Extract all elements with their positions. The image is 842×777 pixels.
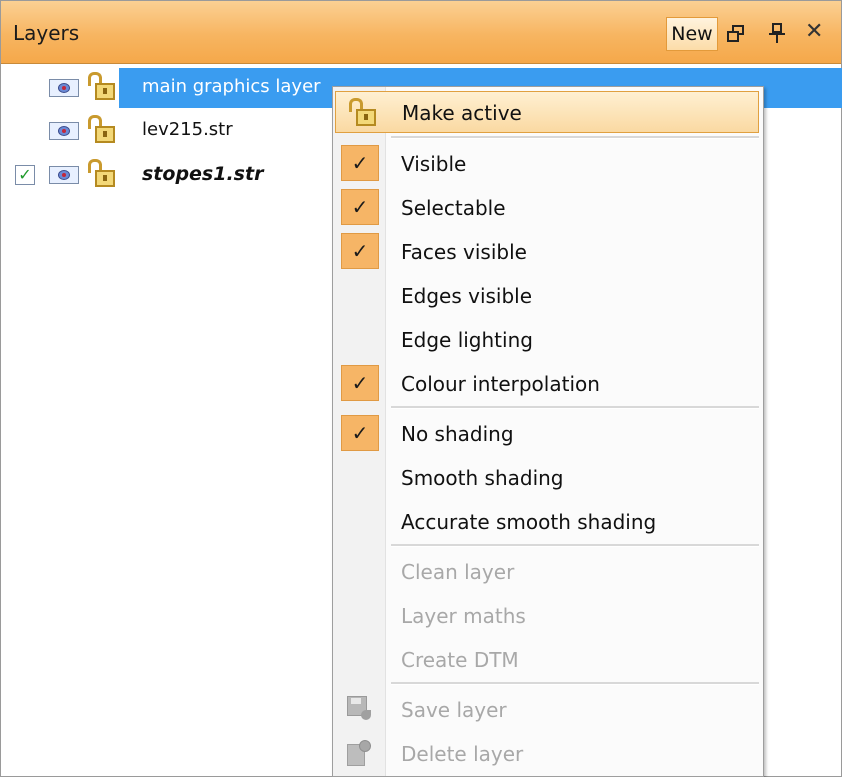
eye-icon[interactable] [49, 79, 79, 97]
delete-layer-icon [347, 740, 373, 766]
menu-item-save-layer: Save layer [333, 689, 763, 731]
menu-separator [391, 544, 759, 547]
menu-item-label: Edge lighting [401, 328, 533, 352]
checkbox-checked-icon[interactable]: ✓ [15, 165, 35, 185]
save-layer-icon [347, 696, 371, 722]
menu-separator [391, 682, 759, 685]
menu-item-label: No shading [401, 422, 514, 446]
menu-item-edge-lighting[interactable]: Edge lighting [333, 319, 763, 361]
menu-item-label: Create DTM [401, 648, 519, 672]
menu-item-label: Edges visible [401, 284, 533, 308]
eye-icon[interactable] [49, 122, 79, 140]
float-window-icon[interactable] [727, 25, 745, 43]
check-icon: ✓ [341, 415, 379, 451]
panel-titlebar: Layers New ✕ [1, 1, 841, 64]
menu-item-label: Smooth shading [401, 466, 564, 490]
unlocked-padlock-icon[interactable] [85, 72, 115, 100]
menu-separator [391, 136, 759, 139]
check-icon: ✓ [341, 233, 379, 269]
menu-item-create-dtm: Create DTM [333, 639, 763, 681]
menu-item-label: Clean layer [401, 560, 515, 584]
new-layer-button[interactable]: New [666, 17, 718, 51]
menu-item-visible[interactable]: ✓ Visible [333, 143, 763, 185]
menu-item-label: Save layer [401, 698, 507, 722]
menu-item-delete-layer: Delete layer [333, 733, 763, 775]
menu-item-no-shading[interactable]: ✓ No shading [333, 413, 763, 455]
menu-item-label: Visible [401, 152, 467, 176]
menu-item-layer-maths: Layer maths [333, 595, 763, 637]
menu-item-accurate-smooth-shading[interactable]: Accurate smooth shading [333, 501, 763, 543]
menu-item-make-active[interactable]: Make active [335, 91, 759, 133]
menu-item-label: Faces visible [401, 240, 527, 264]
panel-title: Layers [13, 21, 80, 45]
menu-item-label: Layer maths [401, 604, 526, 628]
menu-item-label: Accurate smooth shading [401, 510, 657, 534]
check-icon: ✓ [341, 365, 379, 401]
pin-icon[interactable] [769, 23, 787, 45]
menu-item-label: Delete layer [401, 742, 524, 766]
menu-item-smooth-shading[interactable]: Smooth shading [333, 457, 763, 499]
menu-item-label: Selectable [401, 196, 506, 220]
layer-context-menu: Make active ✓ Visible ✓ Selectable ✓ Fac… [332, 86, 764, 777]
menu-item-selectable[interactable]: ✓ Selectable [333, 187, 763, 229]
unlocked-padlock-icon[interactable] [85, 159, 115, 187]
menu-item-colour-interpolation[interactable]: ✓ Colour interpolation [333, 363, 763, 405]
menu-item-edges-visible[interactable]: Edges visible [333, 275, 763, 317]
menu-item-label: Make active [402, 101, 522, 125]
menu-item-faces-visible[interactable]: ✓ Faces visible [333, 231, 763, 273]
layer-row-stopes1[interactable]: ✓ stopes1.str [1, 155, 331, 195]
menu-item-clean-layer: Clean layer [333, 551, 763, 593]
check-icon: ✓ [341, 145, 379, 181]
layer-name: stopes1.str [142, 163, 264, 185]
eye-icon[interactable] [49, 166, 79, 184]
check-icon: ✓ [341, 189, 379, 225]
menu-item-label: Colour interpolation [401, 372, 600, 396]
layer-row-lev215[interactable]: lev215.str [1, 111, 331, 151]
layer-name: lev215.str [142, 119, 233, 140]
unlocked-padlock-icon[interactable] [85, 115, 115, 143]
layer-name: main graphics layer [142, 76, 321, 97]
unlocked-padlock-icon [346, 98, 376, 126]
close-icon[interactable]: ✕ [805, 21, 823, 43]
menu-separator [391, 406, 759, 409]
